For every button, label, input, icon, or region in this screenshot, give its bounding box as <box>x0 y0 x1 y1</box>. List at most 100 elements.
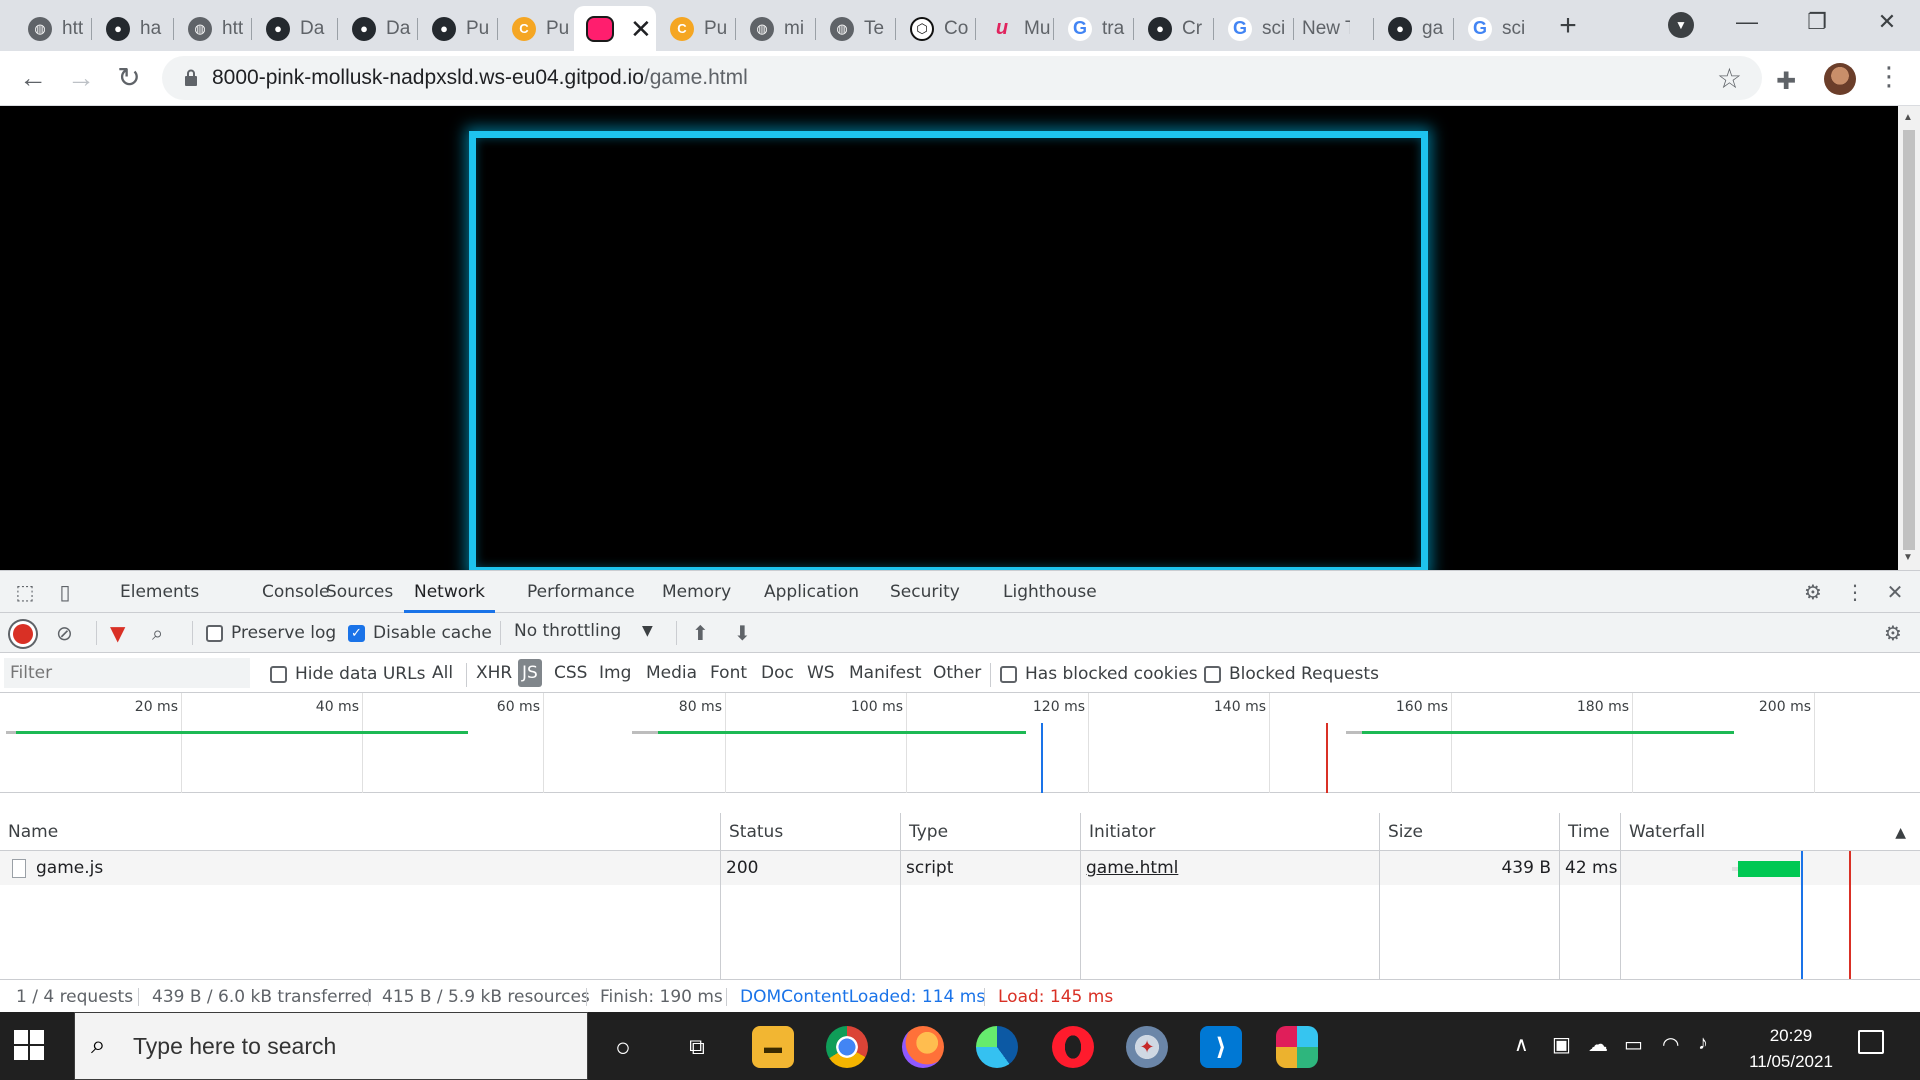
edge-icon[interactable] <box>976 1026 1018 1068</box>
page-scrollbar[interactable]: ▲ ▼ <box>1898 106 1920 570</box>
export-har-icon[interactable]: ⬇ <box>734 621 751 645</box>
disable-cache-checkbox[interactable]: ✓ Disable cache <box>348 623 492 643</box>
record-button[interactable] <box>13 624 33 644</box>
opera-icon[interactable] <box>1052 1026 1094 1068</box>
safari-icon[interactable]: ✦ <box>1126 1026 1168 1068</box>
battery-icon[interactable]: ▭ <box>1624 1032 1643 1057</box>
column-header-waterfall[interactable]: Waterfall <box>1620 813 1920 851</box>
filter-type-font[interactable]: Font <box>706 659 751 687</box>
show-hidden-icons-chevron-icon[interactable]: ∧ <box>1514 1032 1529 1057</box>
column-header-status[interactable]: Status <box>720 813 900 851</box>
hide-data-urls-checkbox[interactable]: Hide data URLs <box>270 664 425 684</box>
tab-sources[interactable]: Sources <box>326 571 393 613</box>
preserve-log-checkbox[interactable]: Preserve log <box>206 623 336 643</box>
game-canvas[interactable] <box>469 131 1428 570</box>
browser-tab[interactable]: C Pu <box>656 6 736 51</box>
browser-menu-icon[interactable]: ⋮ <box>1876 61 1902 92</box>
throttling-select[interactable]: No throttling <box>514 621 621 641</box>
clock-date[interactable]: 11/05/2021 <box>1736 1052 1846 1072</box>
tab-elements[interactable]: Elements <box>120 571 199 613</box>
browser-tab[interactable]: ◍ htt <box>14 6 92 51</box>
task-view-icon[interactable]: ⧉ <box>676 1026 718 1068</box>
wifi-icon[interactable]: ◠ <box>1662 1032 1679 1057</box>
address-bar[interactable]: 8000-pink-mollusk-nadpxsld.ws-eu04.gitpo… <box>162 56 1762 100</box>
filter-type-xhr[interactable]: XHR <box>472 659 516 687</box>
scroll-down-arrow-icon[interactable]: ▼ <box>1903 552 1913 563</box>
chevron-down-icon[interactable]: ▼ <box>642 623 653 639</box>
filter-type-img[interactable]: Img <box>595 659 635 687</box>
chrome-icon[interactable] <box>826 1026 868 1068</box>
browser-tab[interactable]: u Mu <box>976 6 1054 51</box>
clock-time[interactable]: 20:29 <box>1754 1026 1828 1046</box>
vscode-icon[interactable]: ⟩ <box>1200 1026 1242 1068</box>
close-tab-icon[interactable]: ✕ <box>630 16 652 42</box>
filter-type-js[interactable]: JS <box>518 659 542 687</box>
browser-tab[interactable]: Gtra <box>1054 6 1134 51</box>
checkbox-box[interactable] <box>1204 665 1221 683</box>
browser-tab[interactable]: ◍ Te <box>816 6 896 51</box>
browser-tab[interactable]: C Pu <box>498 6 574 51</box>
checkbox-box[interactable] <box>270 665 287 683</box>
checkbox-box[interactable] <box>1000 665 1017 683</box>
sort-ascending-icon[interactable]: ▲ <box>1895 825 1906 841</box>
column-header-size[interactable]: Size <box>1379 813 1559 851</box>
table-row[interactable]: game.js 200 script game.html 439 B 42 ms <box>0 851 1920 885</box>
minimize-button[interactable]: — <box>1712 0 1782 44</box>
browser-tab[interactable]: New Ta <box>1294 6 1374 51</box>
filter-input[interactable] <box>4 658 250 688</box>
filter-type-ws[interactable]: WS <box>803 659 839 687</box>
firefox-icon[interactable] <box>902 1026 944 1068</box>
browser-tab[interactable]: ◍ htt <box>174 6 252 51</box>
meet-now-icon[interactable]: ▣ <box>1552 1032 1571 1057</box>
search-icon[interactable]: ⌕ <box>152 621 163 645</box>
checkbox-checked-box[interactable]: ✓ <box>348 624 365 642</box>
filter-type-manifest[interactable]: Manifest <box>845 659 926 687</box>
profile-avatar[interactable] <box>1824 63 1856 95</box>
tab-search-button[interactable]: ▼ <box>1668 12 1694 38</box>
import-har-icon[interactable]: ⬆ <box>692 621 709 645</box>
tab-lighthouse[interactable]: Lighthouse <box>1003 571 1097 613</box>
volume-icon[interactable]: ♪ <box>1698 1032 1708 1055</box>
tab-console[interactable]: Console <box>262 571 330 613</box>
restore-button[interactable]: ❐ <box>1782 0 1852 44</box>
has-blocked-cookies-checkbox[interactable]: Has blocked cookies <box>1000 664 1198 684</box>
browser-tab[interactable]: ● Pu <box>418 6 498 51</box>
request-initiator-link[interactable]: game.html <box>1086 851 1178 885</box>
device-toolbar-icon[interactable]: ▯ <box>52 579 78 605</box>
network-overview-timeline[interactable]: 20 ms 40 ms 60 ms 80 ms 100 ms 120 ms 14… <box>0 693 1920 793</box>
filter-type-media[interactable]: Media <box>642 659 701 687</box>
request-name[interactable]: game.js <box>36 851 103 885</box>
url-text[interactable]: 8000-pink-mollusk-nadpxsld.ws-eu04.gitpo… <box>212 66 748 90</box>
cortana-icon[interactable]: ○ <box>602 1026 644 1068</box>
filter-type-doc[interactable]: Doc <box>757 659 798 687</box>
taskbar-search-box[interactable]: ⌕ Type here to search <box>74 1012 588 1080</box>
browser-tab[interactable]: Gsci <box>1214 6 1294 51</box>
filter-type-all[interactable]: All <box>428 659 457 687</box>
checkbox-box[interactable] <box>206 624 223 642</box>
reload-button[interactable]: ↻ <box>108 57 150 99</box>
network-settings-gear-icon[interactable]: ⚙ <box>1884 621 1902 645</box>
windows-start-icon[interactable] <box>14 1030 46 1062</box>
notification-center-icon[interactable] <box>1858 1030 1884 1054</box>
bookmark-star-icon[interactable]: ☆ <box>1717 62 1742 95</box>
browser-tab[interactable]: Gsci <box>1454 6 1538 51</box>
blocked-requests-checkbox[interactable]: Blocked Requests <box>1204 664 1379 684</box>
slack-icon[interactable] <box>1276 1026 1318 1068</box>
tab-application[interactable]: Application <box>764 571 859 613</box>
browser-tab[interactable]: ● Cr <box>1134 6 1214 51</box>
tab-security[interactable]: Security <box>890 571 960 613</box>
close-window-button[interactable]: ✕ <box>1852 0 1920 44</box>
scroll-up-arrow-icon[interactable]: ▲ <box>1903 112 1913 123</box>
tab-memory[interactable]: Memory <box>662 571 731 613</box>
onedrive-cloud-icon[interactable]: ☁ <box>1588 1032 1608 1057</box>
extensions-puzzle-icon[interactable]: ✚ <box>1776 67 1796 96</box>
browser-tab[interactable]: ● Da <box>338 6 418 51</box>
devtools-menu-icon[interactable]: ⋮ <box>1842 579 1868 605</box>
filter-type-css[interactable]: CSS <box>550 659 591 687</box>
browser-tab[interactable]: ● Da <box>252 6 338 51</box>
clear-icon[interactable]: ⊘ <box>56 621 73 645</box>
filter-type-other[interactable]: Other <box>929 659 985 687</box>
tab-network[interactable]: Network <box>404 571 495 613</box>
browser-tab[interactable]: ◍ mi <box>736 6 816 51</box>
file-explorer-icon[interactable]: ▬ <box>752 1026 794 1068</box>
